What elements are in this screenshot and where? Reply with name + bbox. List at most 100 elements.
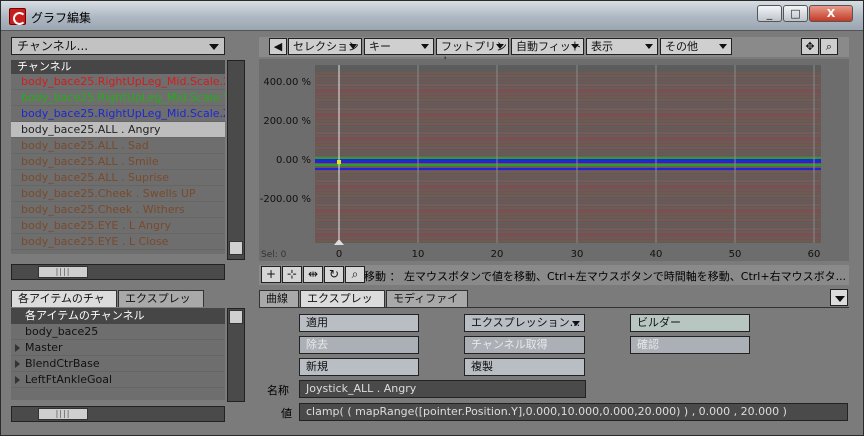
item-list-hscrollbar[interactable]: |||| (11, 406, 225, 422)
rotate-button[interactable]: ↻ (324, 266, 344, 283)
other-menu[interactable]: その他 (660, 38, 732, 55)
chevron-down-icon (349, 44, 357, 49)
selection-menu[interactable]: セレクション (288, 38, 362, 55)
channel-item[interactable]: body_bace25.ALL . Smile (11, 154, 225, 170)
item-list-row-label: BlendCtrBase (25, 357, 100, 370)
expand-arrow-icon[interactable] (15, 344, 20, 352)
stretch-button[interactable]: ⇹ (303, 266, 323, 283)
autofit-menu[interactable]: 自動フィット (511, 38, 584, 55)
channel-item[interactable]: body_bace25.ALL . Suprise (11, 170, 225, 186)
chevron-down-icon (835, 296, 845, 302)
x-tick-40: 40 (650, 249, 663, 260)
x-tick-60: 60 (808, 249, 821, 260)
get-channel-button[interactable]: チャンネル取得 (464, 336, 585, 354)
channel-hscroll-thumb[interactable]: |||| (38, 266, 88, 278)
zoom-tool-button[interactable]: ⌕ (345, 266, 365, 283)
expand-arrow-icon[interactable] (15, 376, 20, 384)
chevron-down-icon (421, 44, 429, 49)
y-tick-0: 0.00 % (276, 155, 311, 166)
tab-modifier[interactable]: モディファイヤ (386, 290, 468, 321)
panel-menu-button[interactable] (830, 289, 848, 306)
y-tick-minus-200: -200.00 % (260, 194, 311, 205)
magnifier-icon: ⌕ (351, 267, 359, 281)
item-scroll-thumb[interactable] (229, 310, 243, 324)
add-key-icon: ⊹ (286, 267, 298, 281)
expression-menu-label: エクスプレッション... (471, 316, 581, 329)
tab-expression[interactable]: エクスプレッション (300, 290, 385, 321)
pan-button[interactable]: ✥ (801, 38, 819, 55)
graph-canvas[interactable]: 400.00 % 200.00 % 0.00 % -200.00 % 0 10 … (259, 59, 849, 261)
channel-item[interactable]: body_bace25.EYE . L Close (11, 234, 225, 250)
app-icon (9, 8, 26, 25)
expand-arrow-icon[interactable] (15, 360, 20, 368)
tab-item-channels[interactable]: 各アイテムのチャンネル (11, 290, 117, 321)
stretch-icon: ⇹ (307, 267, 319, 281)
minimize-button[interactable]: _ (757, 5, 782, 22)
key-menu[interactable]: キー (364, 38, 434, 55)
builder-button[interactable]: ビルダー (630, 314, 750, 332)
channel-scroll-thumb[interactable] (229, 241, 243, 255)
display-menu-label: 表示 (591, 40, 613, 53)
channel-list-scrollbar[interactable] (227, 60, 245, 260)
chevron-down-icon (571, 44, 579, 49)
x-tick-0: 0 (336, 249, 342, 260)
chevron-down-icon (572, 321, 580, 326)
channel-item[interactable]: body_bace25.RightUpLeg_Mid.Scale.Z (11, 106, 225, 122)
rotate-icon: ↻ (328, 267, 340, 281)
channel-list[interactable]: body_bace25.RightUpLeg_Mid.Scale.X body_b… (11, 74, 225, 254)
remove-button[interactable]: 除去 (299, 336, 419, 354)
duplicate-button[interactable]: 複製 (464, 358, 585, 376)
window-title: グラフ編集 (31, 11, 92, 25)
x-tick-50: 50 (729, 249, 742, 260)
item-list-row[interactable]: LeftFtAnkleGoal (11, 372, 225, 388)
confirm-button[interactable]: 確認 (630, 336, 750, 354)
channel-item[interactable]: body_bace25.ALL . Sad (11, 138, 225, 154)
selection-count-label: Sel: 0 (261, 250, 287, 260)
item-list-row[interactable]: BlendCtrBase (11, 356, 225, 372)
tab-curve[interactable]: 曲線 (259, 290, 299, 307)
graph-editor-window: グラフ編集 _ □ X チャンネル... チャンネル body_bace25.R… (0, 0, 864, 436)
x-tick-30: 30 (571, 249, 584, 260)
zoom-button[interactable]: ⌕ (820, 38, 838, 55)
item-list-scrollbar[interactable] (227, 308, 245, 402)
display-menu[interactable]: 表示 (586, 38, 658, 55)
close-button[interactable]: X (809, 5, 853, 22)
y-tick-400: 400.00 % (263, 77, 311, 88)
channel-item[interactable]: body_bace25.RightUpLeg_Mid.Scale.Y (11, 90, 225, 106)
item-list-row[interactable]: body_bace25 (11, 324, 225, 340)
channel-item[interactable]: body_bace25.RightUpLeg_Mid.Scale.X (11, 74, 225, 90)
channel-item[interactable]: body_bace25.Cheek . Withers (11, 202, 225, 218)
y-tick-labels: 400.00 % 200.00 % 0.00 % -200.00 % (260, 77, 311, 205)
name-field[interactable]: Joystick_ALL . Angry (299, 380, 586, 398)
channel-dropdown-label: チャンネル... (17, 39, 89, 53)
item-list-header: 各アイテムのチャンネル (11, 308, 225, 324)
add-key-mode-button[interactable]: ⊹ (282, 266, 302, 283)
channel-item[interactable]: body_bace25.ALL . Angry (11, 122, 225, 138)
selected-key-point[interactable] (337, 160, 341, 164)
graph-area[interactable]: 400.00 % 200.00 % 0.00 % -200.00 % 0 10 … (259, 59, 849, 261)
item-hscroll-thumb[interactable]: |||| (38, 408, 88, 420)
tab-expressions[interactable]: エクスプレッション (118, 290, 204, 321)
magnifier-icon: ⌕ (825, 40, 833, 53)
item-list[interactable]: body_bace25 Master BlendCtrBase LeftFtAnkle… (11, 324, 225, 400)
item-list-row[interactable]: Master (11, 340, 225, 356)
expression-value-field[interactable]: clamp( ( mapRange([pointer.Position.Y],0… (299, 403, 848, 421)
apply-button[interactable]: 適用 (299, 314, 419, 332)
channel-dropdown[interactable]: チャンネル... (11, 37, 225, 55)
expression-menu[interactable]: エクスプレッション... (464, 314, 585, 332)
maximize-button[interactable]: □ (783, 5, 808, 22)
add-key-button[interactable]: + (261, 266, 281, 283)
new-button[interactable]: 新規 (299, 358, 419, 376)
title-bar[interactable]: グラフ編集 _ □ X (1, 1, 863, 31)
chevron-down-icon (645, 44, 653, 49)
item-list-row-label: Master (25, 341, 63, 354)
channel-item[interactable]: body_bace25.Cheek . Swells UP (11, 186, 225, 202)
item-list-row-label: body_bace25 (25, 325, 99, 338)
channel-list-hscrollbar[interactable]: |||| (11, 264, 225, 280)
collapse-panel-button[interactable]: ◀ (269, 38, 287, 55)
footprint-menu[interactable]: フットプリント (436, 38, 509, 68)
channel-item[interactable]: body_bace25.EYE . L Angry (11, 218, 225, 234)
chevron-down-icon (496, 44, 504, 49)
name-label: 名称 (267, 384, 289, 397)
status-bar: + ⊹ ⇹ ↻ ⌕ 移動 ： 左マウスボタンで値を移動、Ctrl+左マウスボタン… (259, 265, 849, 285)
